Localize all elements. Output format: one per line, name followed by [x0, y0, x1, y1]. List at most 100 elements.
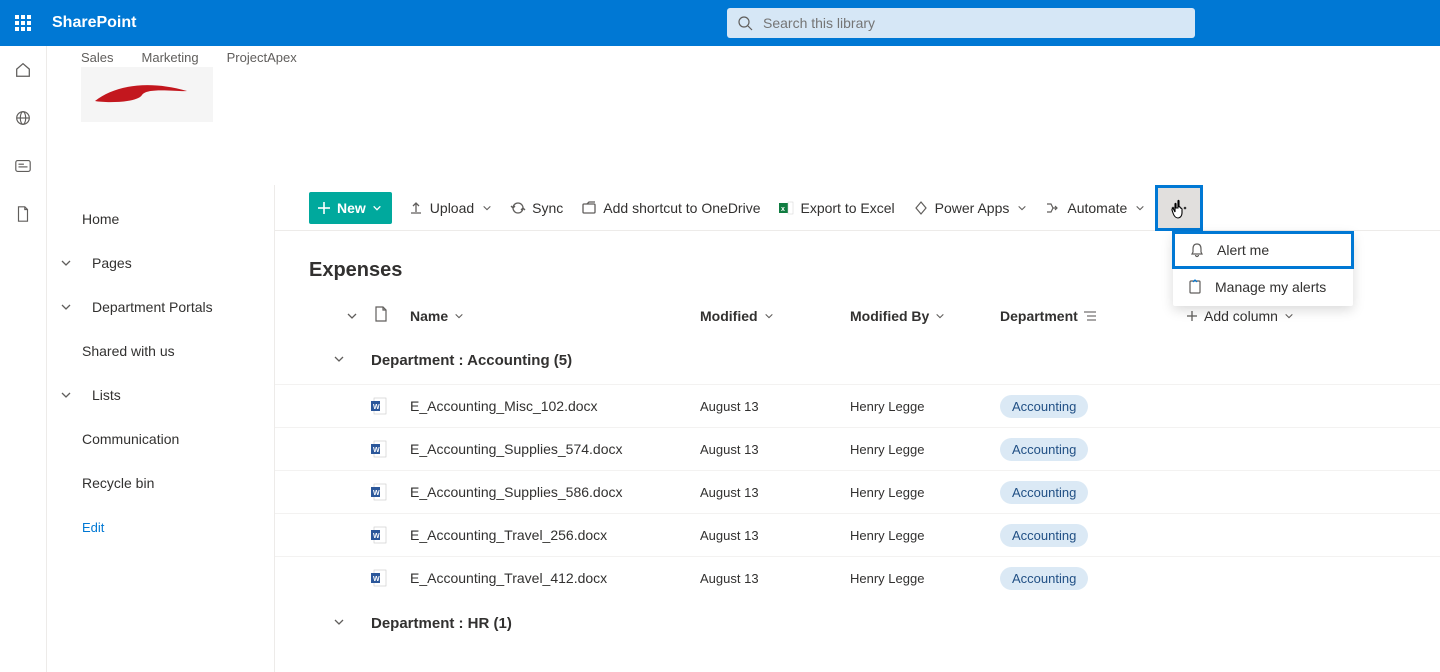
- chevron-down-icon: [935, 311, 945, 321]
- svg-text:W: W: [373, 447, 380, 454]
- nav-lists[interactable]: Lists: [47, 373, 274, 417]
- nav-shared-with-us[interactable]: Shared with us: [47, 329, 274, 373]
- nav-home[interactable]: Home: [47, 197, 274, 241]
- rail-globe-button[interactable]: [13, 108, 33, 128]
- menu-alert-me[interactable]: Alert me: [1172, 231, 1354, 269]
- file-name[interactable]: E_Accounting_Misc_102.docx: [410, 398, 700, 414]
- group-header[interactable]: Department : Accounting (5): [275, 336, 1440, 384]
- word-doc-icon: W: [370, 397, 388, 415]
- department-pill: Accounting: [1000, 438, 1088, 461]
- chevron-down-icon: [454, 311, 464, 321]
- department-column-header[interactable]: Department: [1000, 308, 1156, 324]
- table-row[interactable]: W E_Accounting_Supplies_586.docxAugust 13…: [275, 470, 1440, 513]
- sync-button[interactable]: Sync: [508, 200, 565, 216]
- nav-edit-link[interactable]: Edit: [47, 505, 274, 549]
- excel-icon: x: [778, 200, 794, 216]
- site-logo[interactable]: [81, 67, 213, 122]
- department-pill: Accounting: [1000, 524, 1088, 547]
- waffle-icon: [15, 15, 31, 31]
- menu-manage-alerts[interactable]: Manage my alerts: [1173, 268, 1353, 306]
- powerapps-button[interactable]: Power Apps: [911, 200, 1030, 216]
- search-input[interactable]: [763, 15, 1185, 31]
- word-doc-icon: W: [370, 440, 388, 458]
- more-commands-button[interactable]: [1155, 185, 1203, 231]
- app-launcher-button[interactable]: [0, 0, 46, 46]
- file-icon: [374, 306, 388, 322]
- modified-cell: August 13: [700, 399, 850, 414]
- rail-home-button[interactable]: [13, 60, 33, 80]
- nav-pages[interactable]: Pages: [47, 241, 274, 285]
- modifiedby-cell: Henry Legge: [850, 442, 1000, 457]
- search-box[interactable]: [727, 8, 1195, 38]
- svg-text:W: W: [373, 533, 380, 540]
- content-area: New Upload Sync Add shortcut to OneDrive…: [275, 185, 1440, 672]
- add-shortcut-button[interactable]: Add shortcut to OneDrive: [579, 200, 762, 216]
- table-row[interactable]: WE_Accounting_Travel_256.docxAugust 13He…: [275, 513, 1440, 556]
- svg-text:W: W: [373, 490, 380, 497]
- chevron-down-icon: [1135, 203, 1145, 213]
- nav-communication[interactable]: Communication: [47, 417, 274, 461]
- tool-label: Upload: [430, 200, 474, 216]
- department-cell: Accounting: [1000, 438, 1088, 461]
- department-cell: Accounting: [1000, 481, 1088, 504]
- group-header[interactable]: Department : HR (1): [275, 599, 1440, 647]
- hub-link[interactable]: ProjectApex: [227, 50, 297, 65]
- command-bar: New Upload Sync Add shortcut to OneDrive…: [275, 185, 1440, 231]
- hub-link[interactable]: Sales: [81, 50, 114, 65]
- bell-icon: [1189, 242, 1205, 258]
- menu-label: Alert me: [1217, 242, 1269, 258]
- automate-button[interactable]: Automate: [1043, 200, 1147, 216]
- type-column[interactable]: [374, 306, 410, 325]
- quick-launch-nav: Home Pages Department Portals Shared wit…: [47, 185, 275, 672]
- export-excel-button[interactable]: x Export to Excel: [776, 200, 896, 216]
- tool-label: Export to Excel: [800, 200, 894, 216]
- new-button[interactable]: New: [309, 192, 392, 224]
- nav-department-portals[interactable]: Department Portals: [47, 285, 274, 329]
- file-name[interactable]: E_Accounting_Travel_412.docx: [410, 570, 700, 586]
- document-list: Department : Accounting (5)WE_Accounting…: [275, 336, 1440, 647]
- name-column-header[interactable]: Name: [410, 308, 700, 324]
- modified-cell: August 13: [700, 442, 850, 457]
- select-all-column[interactable]: [330, 310, 374, 322]
- tool-label: Automate: [1067, 200, 1127, 216]
- chevron-down-icon: [333, 616, 345, 628]
- file-name[interactable]: E_Accounting_Travel_256.docx: [410, 527, 700, 543]
- plus-icon: [317, 201, 331, 215]
- rail-news-button[interactable]: [13, 156, 33, 176]
- chevron-down-icon: [1017, 203, 1027, 213]
- tool-label: Power Apps: [935, 200, 1010, 216]
- department-pill: Accounting: [1000, 481, 1088, 504]
- nav-label: Department Portals: [92, 299, 213, 315]
- chevron-down-icon: [60, 389, 72, 401]
- automate-icon: [1045, 200, 1061, 216]
- nav-label: Pages: [92, 255, 132, 271]
- table-row[interactable]: WE_Accounting_Travel_412.docxAugust 13He…: [275, 556, 1440, 599]
- sync-icon: [510, 200, 526, 216]
- svg-text:W: W: [373, 404, 380, 411]
- search-icon: [737, 15, 753, 31]
- modifiedby-column-header[interactable]: Modified By: [850, 308, 1000, 324]
- rail-files-button[interactable]: [13, 204, 33, 224]
- table-row[interactable]: W E_Accounting_Supplies_574.docxAugust 13…: [275, 427, 1440, 470]
- tool-label: Add shortcut to OneDrive: [603, 200, 760, 216]
- upload-icon: [408, 200, 424, 216]
- more-commands-menu: Alert me Manage my alerts: [1173, 232, 1353, 306]
- modified-column-header[interactable]: Modified: [700, 308, 850, 324]
- file-name[interactable]: E_Accounting_Supplies_574.docx: [410, 441, 700, 457]
- modifiedby-cell: Henry Legge: [850, 571, 1000, 586]
- site-header: Sales Marketing ProjectApex: [47, 46, 1440, 122]
- department-cell: Accounting: [1000, 567, 1088, 590]
- upload-button[interactable]: Upload: [406, 200, 494, 216]
- modified-cell: August 13: [700, 485, 850, 500]
- onedrive-shortcut-icon: [581, 200, 597, 216]
- modified-cell: August 13: [700, 571, 850, 586]
- file-name[interactable]: E_Accounting_Supplies_586.docx: [410, 484, 700, 500]
- table-row[interactable]: WE_Accounting_Misc_102.docxAugust 13Henr…: [275, 384, 1440, 427]
- add-column-button[interactable]: Add column: [1186, 308, 1294, 324]
- nav-recycle-bin[interactable]: Recycle bin: [47, 461, 274, 505]
- powerapps-icon: [913, 200, 929, 216]
- hub-link[interactable]: Marketing: [142, 50, 199, 65]
- global-nav-rail: [0, 46, 47, 672]
- group-label: Department : HR (1): [371, 615, 512, 632]
- chevron-down-icon: [60, 301, 72, 313]
